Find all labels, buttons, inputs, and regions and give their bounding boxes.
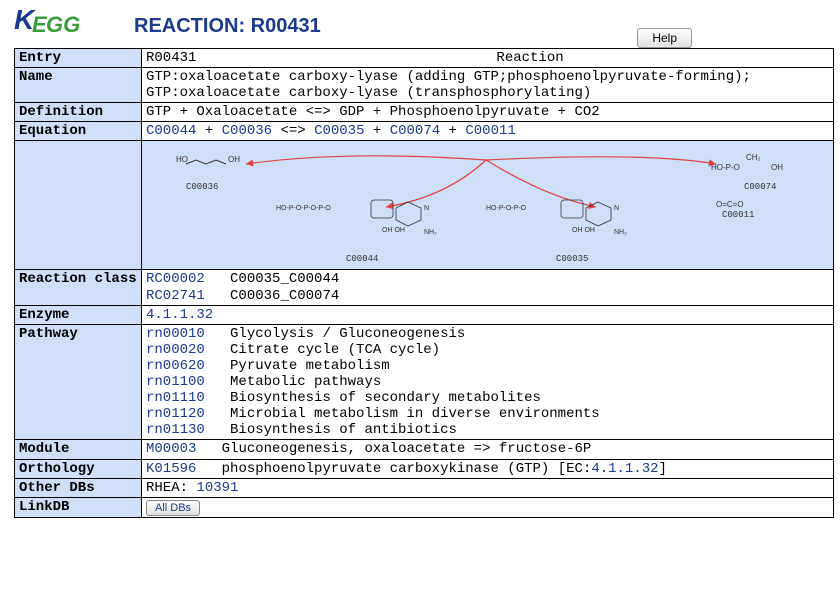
rc-1-pair: C00036_C00074	[230, 288, 339, 304]
orth-ec[interactable]: 4.1.1.32	[591, 461, 658, 477]
diagram-label-cell	[15, 141, 142, 270]
logo-letter-e: E	[32, 12, 47, 38]
eq-c4[interactable]: C00074	[390, 123, 440, 139]
mol-c00074[interactable]: C00074	[744, 182, 776, 192]
rc-1-id[interactable]: RC02741	[146, 288, 205, 304]
pw-0-name: Glycolysis / Gluconeogenesis	[230, 326, 465, 342]
orth-id[interactable]: K01596	[146, 461, 196, 477]
page-title: REACTION: R00431	[134, 15, 321, 38]
pw-0-id[interactable]: rn00010	[146, 326, 205, 342]
otherdbs-id[interactable]: 10391	[196, 480, 238, 496]
reaction-class-label: Reaction class	[15, 270, 142, 305]
svg-text:HO-P-O-P-O: HO-P-O-P-O	[486, 205, 527, 212]
kegg-logo[interactable]: K E GG	[14, 8, 74, 44]
entry-id: R00431	[146, 50, 196, 66]
pw-2-id[interactable]: rn00620	[146, 358, 205, 374]
page-header: K E GG REACTION: R00431 Help	[8, 8, 832, 44]
linkdb-label: LinkDB	[15, 497, 142, 517]
eq-c5[interactable]: C00011	[465, 123, 515, 139]
rc-0-id[interactable]: RC00002	[146, 271, 205, 287]
module-name: Gluconeogenesis, oxaloacetate => fructos…	[222, 441, 592, 457]
pw-3-id[interactable]: rn01100	[146, 374, 205, 390]
help-button[interactable]: Help	[637, 28, 692, 48]
enzyme-cell: 4.1.1.32	[142, 305, 834, 324]
svg-text:OH OH: OH OH	[572, 227, 595, 234]
module-label: Module	[15, 440, 142, 459]
svg-text:N: N	[424, 205, 429, 212]
svg-text:O=C=O: O=C=O	[716, 200, 744, 209]
mol-c00011[interactable]: C00011	[722, 210, 754, 220]
pw-1-id[interactable]: rn00020	[146, 342, 205, 358]
pathway-cell: rn00010 Glycolysis / Gluconeogenesis rn0…	[142, 324, 834, 440]
enzyme-label: Enzyme	[15, 305, 142, 324]
mol-c00044[interactable]: C00044	[346, 254, 378, 264]
entry-label: Entry	[15, 49, 142, 68]
svg-text:HO: HO	[176, 155, 188, 164]
linkdb-cell: All DBs	[142, 497, 834, 517]
enzyme-ec[interactable]: 4.1.1.32	[146, 307, 213, 323]
entry-type: Reaction	[496, 50, 563, 66]
name-label: Name	[15, 68, 142, 103]
pw-6-id[interactable]: rn01130	[146, 422, 205, 438]
name-value: GTP:oxaloacetate carboxy-lyase (adding G…	[142, 68, 834, 103]
reaction-svg: HO OH CH₂ HO-P-O OH O=C=O HO-P-O-P-O-P-O…	[146, 142, 826, 268]
svg-text:NH₂: NH₂	[424, 229, 437, 236]
orthology-cell: K01596 phosphoenolpyruvate carboxykinase…	[142, 459, 834, 478]
pw-5-name: Microbial metabolism in diverse environm…	[230, 406, 600, 422]
svg-text:N: N	[614, 205, 619, 212]
svg-text:NH₂: NH₂	[614, 229, 627, 236]
mol-c00035[interactable]: C00035	[556, 254, 588, 264]
pw-3-name: Metabolic pathways	[230, 374, 381, 390]
reaction-diagram: HO OH CH₂ HO-P-O OH O=C=O HO-P-O-P-O-P-O…	[142, 141, 834, 270]
pw-4-id[interactable]: rn01110	[146, 390, 205, 406]
equation-label: Equation	[15, 122, 142, 141]
otherdbs-cell: RHEA: 10391	[142, 478, 834, 497]
pathway-label: Pathway	[15, 324, 142, 440]
rc-0-pair: C00035_C00044	[230, 271, 339, 287]
orthology-label: Orthology	[15, 459, 142, 478]
pw-6-name: Biosynthesis of antibiotics	[230, 422, 457, 438]
svg-text:HO-P-O-P-O-P-O: HO-P-O-P-O-P-O	[276, 205, 331, 212]
definition-label: Definition	[15, 103, 142, 122]
all-dbs-button[interactable]: All DBs	[146, 500, 200, 516]
orth-suffix: ]	[659, 461, 667, 477]
reaction-table: Entry R00431 Reaction Name GTP:oxaloaceta…	[14, 48, 834, 518]
svg-text:CH₂: CH₂	[746, 153, 761, 162]
eq-c2[interactable]: C00036	[222, 123, 272, 139]
svg-text:OH OH: OH OH	[382, 227, 405, 234]
module-id[interactable]: M00003	[146, 441, 196, 457]
pw-5-id[interactable]: rn01120	[146, 406, 205, 422]
entry-cell: R00431 Reaction	[142, 49, 834, 68]
equation-cell: C00044 + C00036 <=> C00035 + C00074 + C0…	[142, 122, 834, 141]
reaction-class-cell: RC00002 C00035_C00044 RC02741 C00036_C00…	[142, 270, 834, 305]
module-cell: M00003 Gluconeogenesis, oxaloacetate => …	[142, 440, 834, 459]
svg-text:OH: OH	[228, 155, 240, 164]
logo-letter-gg: GG	[46, 12, 80, 38]
svg-text:HO-P-O: HO-P-O	[711, 163, 740, 172]
otherdbs-label: Other DBs	[15, 478, 142, 497]
definition-value: GTP + Oxaloacetate <=> GDP + Phosphoenol…	[142, 103, 834, 122]
pw-1-name: Citrate cycle (TCA cycle)	[230, 342, 440, 358]
eq-c3[interactable]: C00035	[314, 123, 364, 139]
mol-c00036[interactable]: C00036	[186, 182, 218, 192]
pw-4-name: Biosynthesis of secondary metabolites	[230, 390, 541, 406]
pw-2-name: Pyruvate metabolism	[230, 358, 390, 374]
orth-name: phosphoenolpyruvate carboxykinase (GTP) …	[222, 461, 592, 477]
otherdbs-db: RHEA:	[146, 480, 196, 496]
eq-c1[interactable]: C00044	[146, 123, 196, 139]
svg-text:OH: OH	[771, 163, 783, 172]
